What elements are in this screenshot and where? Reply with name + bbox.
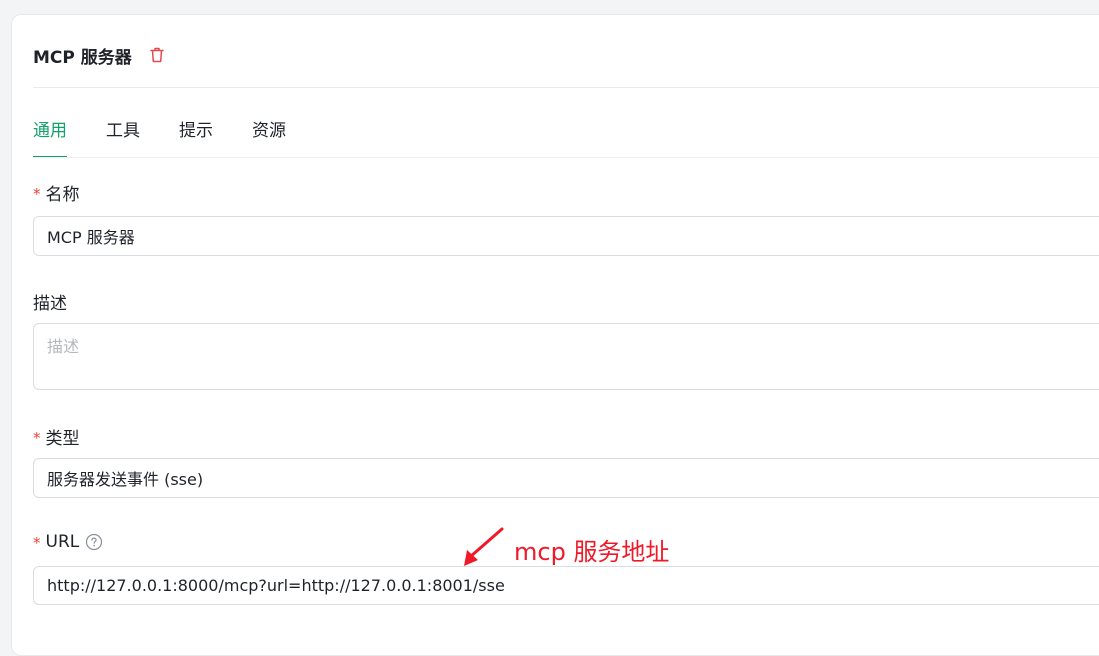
required-mark: * (33, 428, 41, 447)
tabs-divider (33, 157, 1099, 158)
url-label: * URL (33, 532, 103, 552)
tab-general[interactable]: 通用 (33, 116, 67, 158)
type-label: * 类型 (33, 424, 80, 450)
url-input[interactable]: http://127.0.0.1:8000/mcp?url=http://127… (33, 566, 1099, 605)
header-divider (33, 87, 1099, 88)
annotation-arrow-icon (464, 527, 504, 566)
type-select-value: 服务器发送事件 (sse) (47, 470, 204, 489)
type-select[interactable]: 服务器发送事件 (sse) (33, 458, 1099, 498)
description-placeholder: 描述 (47, 337, 80, 356)
type-label-text: 类型 (45, 429, 80, 449)
tab-resources[interactable]: 资源 (252, 116, 286, 158)
card-header: MCP 服务器 (33, 42, 166, 68)
url-annotation: mcp 服务地址 (514, 538, 670, 566)
name-label-text: 名称 (45, 185, 80, 205)
name-input[interactable]: MCP 服务器 (33, 216, 1099, 256)
name-label: * 名称 (33, 180, 80, 206)
name-input-value: MCP 服务器 (47, 228, 135, 247)
description-textarea[interactable]: 描述 (33, 323, 1099, 390)
url-input-value: http://127.0.0.1:8000/mcp?url=http://127… (47, 576, 505, 595)
page-title: MCP 服务器 (33, 47, 132, 68)
required-mark: * (33, 184, 41, 203)
description-label: 描述 (33, 289, 67, 314)
delete-button[interactable] (148, 46, 166, 64)
tab-bar: 通用 工具 提示 资源 (33, 116, 325, 158)
question-circle-icon[interactable] (85, 533, 103, 551)
tab-prompts[interactable]: 提示 (179, 116, 213, 158)
trash-icon (150, 47, 164, 63)
url-label-text: URL (45, 532, 80, 552)
tab-tools[interactable]: 工具 (106, 116, 140, 158)
description-label-text: 描述 (33, 294, 67, 314)
required-mark: * (33, 534, 41, 552)
